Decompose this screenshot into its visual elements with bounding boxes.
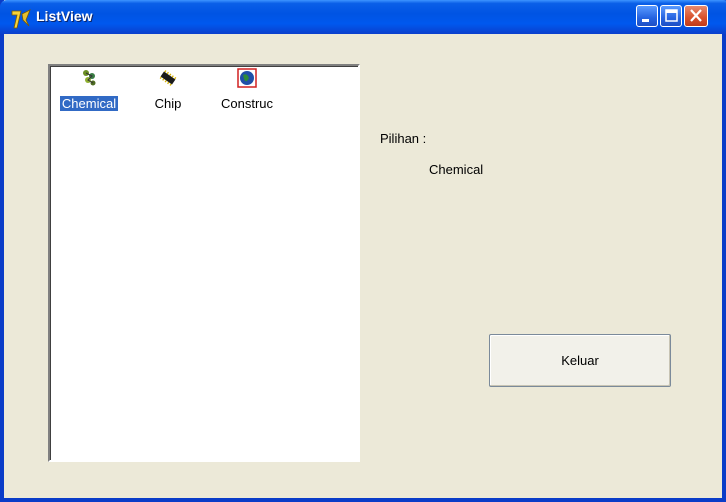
list-item-construc[interactable]: Construc (214, 68, 280, 118)
close-icon (690, 9, 702, 22)
exit-button[interactable]: Keluar (489, 334, 671, 387)
chemical-icon (79, 68, 99, 88)
app-icon (10, 8, 31, 29)
maximize-button[interactable] (660, 5, 682, 27)
selection-label: Pilihan : (380, 131, 427, 146)
chip-icon (158, 68, 178, 88)
list-item-label: Chemical (58, 95, 120, 112)
close-button[interactable] (684, 5, 708, 27)
window-title: ListView (36, 8, 93, 24)
list-item-label: Chip (154, 96, 182, 111)
minimize-button[interactable] (636, 5, 658, 27)
title-bar[interactable]: ListView (0, 0, 726, 34)
list-item-chemical[interactable]: Chemical (56, 68, 122, 118)
list-item-chip[interactable]: Chip (135, 68, 201, 118)
minimize-icon (642, 19, 649, 22)
maximize-icon (665, 9, 678, 22)
selection-value: Chemical (429, 162, 484, 177)
listview-window: ListView Chemical Chip Construc Pilihan … (0, 0, 726, 502)
construction-icon (237, 68, 257, 88)
icon-list-view[interactable]: Chemical Chip Construc (48, 64, 360, 462)
list-item-label: Construc (220, 96, 274, 111)
